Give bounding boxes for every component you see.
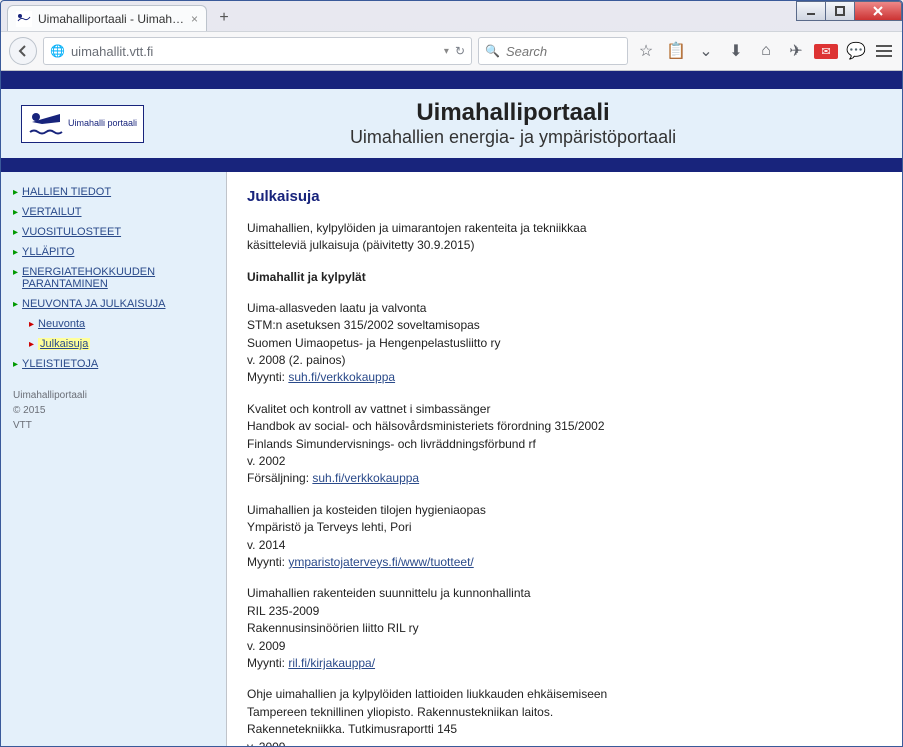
content-viewport: Uimahalli portaali Uimahalliportaali Uim… bbox=[1, 71, 902, 746]
sidebar-footer-title: Uimahalliportaali bbox=[13, 388, 214, 403]
chevron-right-icon: ▸ bbox=[29, 339, 34, 350]
search-bar[interactable]: 🔍 bbox=[478, 37, 628, 65]
arrow-left-icon bbox=[16, 44, 30, 58]
chevron-right-icon: ▸ bbox=[13, 267, 18, 278]
send-icon[interactable]: ✈ bbox=[784, 41, 808, 61]
logo-text: Uimahalli portaali bbox=[68, 119, 137, 128]
nav-hallien-tiedot[interactable]: HALLIEN TIEDOT bbox=[22, 186, 111, 198]
main-content: Julkaisuja Uimahallien, kylpylöiden ja u… bbox=[226, 172, 902, 746]
tab-favicon-icon bbox=[16, 11, 32, 27]
clipboard-icon[interactable]: 📋 bbox=[664, 41, 688, 61]
browser-toolbar: 🌐 ▾ ↻ 🔍 ☆ 📋 ⌄ ⬇ ⌂ ✈ ✉ 💬 bbox=[1, 31, 902, 71]
page-subtitle: Uimahallien energia- ja ympäristöportaal… bbox=[144, 127, 882, 148]
menu-button[interactable] bbox=[874, 45, 894, 57]
chevron-right-icon: ▸ bbox=[13, 187, 18, 198]
content-intro: Uimahallien, kylpylöiden ja uimarantojen… bbox=[247, 220, 882, 255]
chevron-right-icon: ▸ bbox=[13, 299, 18, 310]
url-bar[interactable]: 🌐 ▾ ↻ bbox=[43, 37, 472, 65]
downloads-icon[interactable]: ⬇ bbox=[724, 41, 748, 61]
logo-swimmer-icon bbox=[28, 110, 64, 138]
content-heading: Julkaisuja bbox=[247, 186, 882, 208]
dropdown-icon[interactable]: ▾ bbox=[444, 46, 449, 57]
bookmark-star-icon[interactable]: ☆ bbox=[634, 41, 658, 61]
back-button[interactable] bbox=[9, 37, 37, 65]
tab-strip: Uimahalliportaali - Uimaha... × + bbox=[1, 3, 902, 31]
link-suh-2[interactable]: suh.fi/verkkokauppa bbox=[312, 471, 419, 485]
url-input[interactable] bbox=[71, 44, 438, 59]
publication-5: Ohje uimahallien ja kylpylöiden lattioid… bbox=[247, 686, 882, 746]
header-topbar bbox=[1, 71, 902, 89]
header-midbar bbox=[1, 158, 902, 172]
tab-title: Uimahalliportaali - Uimaha... bbox=[38, 12, 185, 26]
site-logo[interactable]: Uimahalli portaali bbox=[21, 105, 144, 143]
tab-close-icon[interactable]: × bbox=[191, 12, 198, 26]
new-tab-button[interactable]: + bbox=[213, 7, 235, 29]
sidebar-nav: ▸ HALLIEN TIEDOT ▸ VERTAILUT ▸ VUOSITULOSTE… bbox=[1, 172, 226, 746]
home-icon[interactable]: ⌂ bbox=[754, 42, 778, 60]
sidebar-footer-copyright: © 2015 bbox=[13, 403, 214, 418]
nav-yleistietoja[interactable]: YLEISTIETOJA bbox=[22, 358, 98, 370]
link-ymparisto[interactable]: ymparistojaterveys.fi/www/tuotteet/ bbox=[288, 555, 473, 569]
page-content[interactable]: Uimahalli portaali Uimahalliportaali Uim… bbox=[1, 71, 902, 746]
sidebar-footer-org: VTT bbox=[13, 418, 214, 433]
chevron-right-icon: ▸ bbox=[13, 247, 18, 258]
link-suh-1[interactable]: suh.fi/verkkokauppa bbox=[288, 370, 395, 384]
nav-neuvonta[interactable]: Neuvonta bbox=[38, 318, 85, 330]
nav-vertailut[interactable]: VERTAILUT bbox=[22, 206, 82, 218]
chevron-right-icon: ▸ bbox=[29, 319, 34, 330]
nav-julkaisuja[interactable]: Julkaisuja bbox=[38, 338, 90, 350]
search-icon: 🔍 bbox=[485, 44, 500, 58]
nav-energiatehokkuus[interactable]: ENERGIATEHOKKUUDEN PARANTAMINEN bbox=[22, 266, 214, 290]
globe-icon: 🌐 bbox=[50, 44, 65, 58]
chevron-right-icon: ▸ bbox=[13, 359, 18, 370]
nav-yllapito[interactable]: YLLÄPITO bbox=[22, 246, 74, 258]
chat-icon[interactable]: 💬 bbox=[844, 41, 868, 61]
site-header: Uimahalli portaali Uimahalliportaali Uim… bbox=[1, 89, 902, 158]
chevron-right-icon: ▸ bbox=[13, 227, 18, 238]
nav-neuvonta-julkaisuja[interactable]: NEUVONTA JA JULKAISUJA bbox=[22, 298, 165, 310]
link-ril[interactable]: ril.fi/kirjakauppa/ bbox=[288, 656, 375, 670]
page-title: Uimahalliportaali bbox=[144, 99, 882, 127]
publication-4: Uimahallien rakenteiden suunnittelu ja k… bbox=[247, 585, 882, 672]
section1-title: Uimahallit ja kylpylät bbox=[247, 269, 882, 286]
mail-icon[interactable]: ✉ bbox=[814, 44, 838, 59]
chevron-right-icon: ▸ bbox=[13, 207, 18, 218]
reload-icon[interactable]: ↻ bbox=[455, 44, 465, 58]
pocket-icon[interactable]: ⌄ bbox=[694, 41, 718, 61]
nav-vuositulosteet[interactable]: VUOSITULOSTEET bbox=[22, 226, 121, 238]
publication-3: Uimahallien ja kosteiden tilojen hygieni… bbox=[247, 502, 882, 572]
browser-window: Uimahalliportaali - Uimaha... × + 🌐 ▾ ↻ … bbox=[0, 0, 903, 747]
publication-2: Kvalitet och kontroll av vattnet i simba… bbox=[247, 401, 882, 488]
browser-tab[interactable]: Uimahalliportaali - Uimaha... × bbox=[7, 5, 207, 31]
publication-1: Uima-allasveden laatu ja valvonta STM:n … bbox=[247, 300, 882, 387]
